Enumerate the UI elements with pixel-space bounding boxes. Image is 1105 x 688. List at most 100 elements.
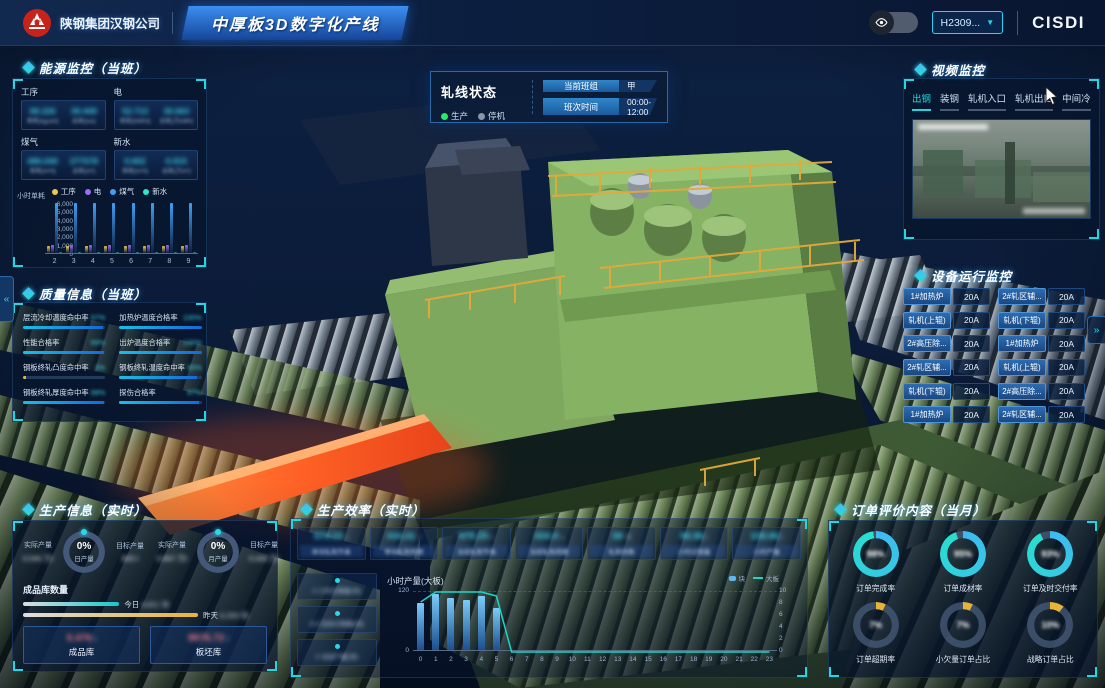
- energy-group-name: 新水: [114, 136, 199, 148]
- y-axis-tick: 120: [389, 587, 409, 594]
- equipment-item[interactable]: 1#加热炉20A: [998, 335, 1085, 352]
- stock-box-value: 8876.72 t: [188, 633, 229, 644]
- device-select[interactable]: H2309... ▼: [932, 11, 1004, 34]
- actual-output-label: 实际产量: [17, 540, 59, 550]
- equipment-item[interactable]: 轧机(上辊)20A: [903, 312, 990, 329]
- bar: [162, 246, 165, 253]
- equipment-item[interactable]: 2#轧区辅...20A: [998, 406, 1085, 423]
- stock-bar-label: 昨天: [203, 610, 218, 621]
- quality-value: 95%: [187, 363, 202, 373]
- bar: [70, 245, 73, 253]
- x-axis-label: 23: [761, 656, 777, 663]
- equipment-item[interactable]: 2#高压除...20A: [903, 335, 990, 352]
- progress-fill: [23, 326, 103, 329]
- efficiency-stat: 38 块轧制块数: [587, 527, 656, 560]
- quality-item: 出炉温度合格率100%: [119, 338, 201, 354]
- quality-label: 探伤合格率: [119, 388, 155, 398]
- legend-item: 工序: [52, 186, 76, 197]
- efficiency-stat: 96.86 t小时过钢量: [660, 527, 729, 560]
- x-axis-label: 2: [47, 258, 62, 265]
- video-tab-3[interactable]: 轧机出口: [1015, 91, 1053, 111]
- efficiency-stat-value: 108.86 t: [750, 531, 783, 542]
- bar-group: 7: [143, 204, 158, 253]
- equipment-item[interactable]: 轧机(下辊)20A: [998, 312, 1085, 329]
- header-bar: 陕钢集团汉钢公司 中厚板3D数字化产线 H2309... ▼ CISDI: [0, 0, 1105, 46]
- shift-time-field: 班次时间 00:00-12:00: [543, 98, 657, 115]
- energy-group-box: 52.713单耗(kWh/t)30.663总耗(万kWh): [114, 100, 199, 130]
- video-shape: [923, 150, 963, 196]
- shift-time-value: 00:00-12:00: [619, 98, 657, 115]
- equipment-item[interactable]: 1#加热炉20A: [903, 406, 990, 423]
- legend-item: 电: [85, 186, 102, 197]
- header-divider-2: [1017, 11, 1018, 35]
- equipment-label: 2#轧区辅...: [998, 288, 1046, 305]
- donut-ring: 98%: [853, 531, 899, 577]
- equipment-item[interactable]: 轧机(上辊)20A: [998, 359, 1085, 376]
- quality-item: 层流冷却温度命中率97%: [23, 313, 105, 329]
- efficiency-stat: 434.4 s当班轧制周期: [515, 527, 584, 560]
- stock-bar-label: 今日: [124, 599, 139, 610]
- bar: [59, 252, 62, 253]
- video-tab-1[interactable]: 装钢: [940, 91, 959, 111]
- energy-metric-value: 68.226: [30, 106, 56, 116]
- header-actions: H2309... ▼ CISDI: [870, 11, 1105, 35]
- line-status-panel: 轧线状态 生产 停机 当前班组 甲 班次时间 00:00-12:00: [430, 71, 668, 123]
- x-axis-label: 1: [428, 656, 444, 663]
- legend-dot-icon: [110, 189, 116, 195]
- efficiency-stat-unit: t: [707, 535, 709, 541]
- quality-item: 钢板终轧厚度命中率98%: [23, 388, 105, 404]
- hourly-output-legend: 块大板: [729, 573, 780, 583]
- quality-label: 层流冷却温度命中率: [23, 313, 89, 323]
- efficiency-side-stats: 0 小时过钢量(块)8.4 当班过钢量(块)0 当班产量(块): [297, 573, 377, 666]
- donut-chart: 7%小欠量订单占比: [920, 602, 1005, 665]
- equipment-item[interactable]: 1#加热炉20A: [903, 288, 990, 305]
- x-axis-label: 3: [458, 656, 474, 663]
- progress-fill: [119, 351, 201, 354]
- video-feed[interactable]: [912, 119, 1091, 219]
- efficiency-side-stat: 0 当班产量(块): [297, 639, 377, 666]
- equipment-item[interactable]: 2#轧区辅...20A: [998, 288, 1085, 305]
- equipment-item[interactable]: 2#轧区辅...20A: [903, 359, 990, 376]
- teal-dot-icon: [335, 611, 340, 616]
- brand-logo: CISDI: [1032, 13, 1085, 33]
- quality-item-row: 钢板终轧温度命中率95%: [119, 363, 201, 373]
- quality-label: 钢板终轧厚度命中率: [23, 388, 89, 398]
- collapse-left-tab[interactable]: «: [0, 276, 14, 322]
- legend-item: 大板: [753, 573, 779, 583]
- x-axis-label: 8: [534, 656, 550, 663]
- equipment-item[interactable]: 轧机(下辊)20A: [903, 383, 990, 400]
- video-tab-4[interactable]: 中间冷: [1062, 91, 1091, 111]
- bar: [112, 203, 115, 253]
- bar: [155, 252, 158, 253]
- quality-label: 出炉温度合格率: [119, 338, 170, 348]
- x-axis-label: 7: [519, 656, 535, 663]
- x-axis-label: 4: [85, 258, 100, 265]
- donut-chart: 10%战略订单占比: [1008, 602, 1093, 665]
- company-name: 陕钢集团汉钢公司: [60, 13, 160, 32]
- bar: [170, 203, 173, 253]
- quality-label: 加热炉温度合格率: [119, 313, 177, 323]
- equipment-item[interactable]: 2#高压除...20A: [998, 383, 1085, 400]
- video-timestamp-blur: [918, 124, 988, 130]
- visibility-toggle[interactable]: [870, 12, 918, 33]
- hourly-output-chart: 小时产量(大板) 块大板 012002468100123456789101112…: [387, 575, 797, 679]
- video-tab-0[interactable]: 出钢: [912, 91, 931, 111]
- efficiency-stat-label: 单块轧制节奏: [300, 545, 363, 557]
- x-axis-label: 11: [579, 656, 595, 663]
- bar-swatch-icon: [729, 576, 736, 581]
- energy-group-box: 486.040单耗(m³/t)277578总耗(m³): [21, 150, 106, 180]
- bar: [143, 246, 146, 253]
- quality-item-row: 性能合格率99%: [23, 338, 105, 348]
- bar: [174, 252, 177, 253]
- hourly-output-chart-title: 小时产量(大板): [387, 575, 444, 587]
- bar: [132, 203, 135, 253]
- quality-value: 98%: [91, 388, 106, 398]
- legend-label: 工序: [61, 186, 76, 197]
- stock-bars: 今日4,811 块昨天6,293 块: [13, 601, 277, 618]
- collapse-right-tab[interactable]: »: [1087, 316, 1105, 344]
- video-tab-2[interactable]: 轧机入口: [968, 91, 1006, 111]
- donut-value: 10%: [1027, 602, 1073, 648]
- bar: [128, 245, 131, 253]
- stock-bar-value: 4,811 块: [141, 599, 169, 610]
- y-axis-tick-right: 0: [779, 647, 793, 654]
